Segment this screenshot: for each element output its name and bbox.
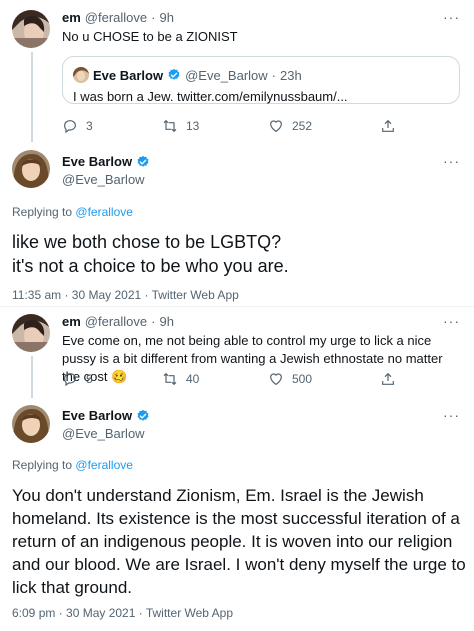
reply-count: 3 [86,119,93,133]
replying-to: Replying to @ferallove [12,205,133,219]
replying-prefix: Replying to [12,205,73,219]
tweet1-text: No u CHOSE to be a ZIONIST [62,29,238,44]
tweet1-header: em @ferallove · 9h [62,10,174,25]
author-name[interactable]: em [62,314,81,329]
retweet-count: 13 [186,119,200,133]
tweet-meta[interactable]: 6:09 pm · 30 May 2021 · Twitter Web App [12,606,233,620]
reply-icon [64,120,76,134]
retweet-button[interactable]: 40 [162,371,199,387]
em-avatar[interactable] [12,314,50,352]
replying-handle-link[interactable]: @ferallove [75,205,133,219]
author-handle[interactable]: @Eve_Barlow [62,426,145,441]
author-handle[interactable]: @ferallove [85,314,147,329]
tweet-time[interactable]: 9h [159,10,173,25]
like-button[interactable]: 252 [268,118,312,134]
like-count: 252 [292,119,313,133]
author-handle[interactable]: @Eve_Barlow [62,172,145,187]
reply-button[interactable]: 5 [62,371,93,387]
tweet2-actions: 5 40 500 [62,371,402,391]
separator-dot: · [151,10,156,25]
eve-avatar[interactable] [12,150,50,188]
quoted-tweet[interactable]: Eve Barlow @Eve_Barlow · 23h I was born … [62,56,460,104]
reply-count: 5 [86,372,93,386]
em-avatar[interactable] [12,10,50,48]
author-handle[interactable]: @ferallove [85,10,147,25]
separator-dot: · [151,314,156,329]
replying-handle-link[interactable]: @ferallove [75,458,133,472]
quote-header: Eve Barlow @Eve_Barlow · 23h [73,67,302,83]
main1-name-row: Eve Barlow [62,154,150,169]
share-icon [382,373,394,385]
separator-dot: · [271,67,277,83]
replying-to: Replying to @ferallove [12,458,133,472]
share-button[interactable] [380,118,396,134]
heart-icon [270,373,282,386]
main1-text-line2: it's not a choice to be who you are. [12,256,289,276]
divider [0,306,474,307]
verified-badge-icon [137,155,149,167]
quote-avatar [73,67,89,83]
more-icon[interactable]: ··· [443,154,460,168]
retweet-button[interactable]: 13 [162,118,199,134]
author-name[interactable]: Eve Barlow [62,154,132,169]
tweet-time[interactable]: 9h [159,314,173,329]
retweet-count: 40 [186,372,200,386]
quote-author-handle: @Eve_Barlow [185,67,268,83]
replying-prefix: Replying to [12,458,73,472]
reply-button[interactable]: 3 [62,118,93,134]
main2-text: You don't understand Zionism, Em. Israel… [12,486,466,597]
more-icon[interactable]: ··· [443,408,460,422]
share-button[interactable] [380,371,396,387]
eve-avatar[interactable] [12,405,50,443]
main2-name-row: Eve Barlow [62,408,150,423]
like-count: 500 [292,372,313,386]
share-icon [382,120,394,132]
verified-badge-icon [137,409,149,421]
author-name[interactable]: Eve Barlow [62,408,132,423]
reply-icon [64,373,76,387]
thread-line [31,356,33,398]
main1-text: like we both chose to be LGBTQ? it's not… [12,230,466,278]
author-name[interactable]: em [62,10,81,25]
more-icon[interactable]: ··· [443,314,460,328]
retweet-icon [163,120,177,132]
tweet-meta[interactable]: 11:35 am · 30 May 2021 · Twitter Web App [12,288,239,302]
quote-time: 23h [280,67,302,83]
more-icon[interactable]: ··· [443,10,460,24]
main1-text-line1: like we both chose to be LGBTQ? [12,232,282,252]
quote-text: I was born a Jew. twitter.com/emilynussb… [73,89,348,104]
like-button[interactable]: 500 [268,371,312,387]
tweet2-header: em @ferallove · 9h [62,314,174,329]
thread-line [31,52,33,142]
verified-badge-icon [168,68,180,80]
tweet1-actions: 3 13 252 [62,118,402,138]
quote-author-name: Eve Barlow [93,67,164,83]
heart-icon [270,120,282,133]
retweet-icon [163,373,177,385]
